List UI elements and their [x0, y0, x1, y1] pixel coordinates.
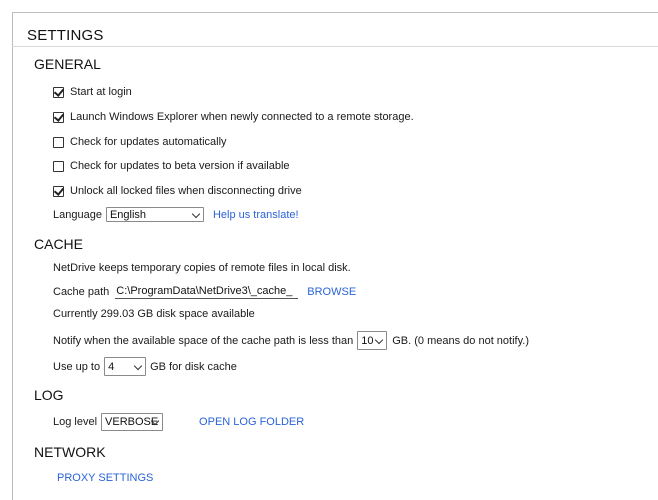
checkbox-start-at-login[interactable] — [53, 86, 64, 98]
proxy-settings-button[interactable]: PROXY SETTINGS — [57, 472, 153, 484]
cache-path-row: Cache path C:\ProgramData\NetDrive3\_cac… — [53, 285, 356, 299]
log-level-value: VERBOSE — [105, 416, 159, 428]
option-label: Launch Windows Explorer when newly conne… — [70, 111, 414, 123]
language-select[interactable]: English — [105, 207, 204, 222]
chevron-down-icon — [375, 335, 384, 345]
language-row: Language English Help us translate! — [53, 207, 299, 222]
chevron-down-icon — [191, 209, 201, 219]
cache-path-input[interactable]: C:\ProgramData\NetDrive3\_cache_ — [115, 285, 299, 299]
notify-threshold-value: 10 — [361, 334, 374, 347]
option-label: Unlock all locked files when disconnecti… — [70, 185, 302, 197]
option-check-updates[interactable]: Check for updates automatically — [53, 136, 227, 148]
section-heading-general: GENERAL — [34, 56, 101, 72]
option-check-beta-updates[interactable]: Check for updates to beta version if ava… — [53, 160, 290, 172]
language-select-value: English — [109, 208, 147, 221]
section-heading-cache: CACHE — [34, 236, 84, 252]
checkbox-launch-explorer[interactable] — [53, 111, 64, 123]
chevron-down-icon — [133, 361, 143, 371]
language-label: Language — [53, 208, 102, 221]
checkbox-unlock-files[interactable] — [53, 185, 64, 197]
log-level-label: Log level — [53, 416, 98, 428]
useup-suffix: GB for disk cache — [150, 360, 237, 373]
option-unlock-files[interactable]: Unlock all locked files when disconnecti… — [53, 185, 302, 197]
cache-space-text: Currently 299.03 GB disk space available — [53, 308, 255, 320]
open-log-folder-button[interactable]: OPEN LOG FOLDER — [199, 416, 304, 428]
option-label: Check for updates to beta version if ava… — [70, 160, 290, 172]
option-label: Check for updates automatically — [70, 136, 227, 148]
log-level-select[interactable]: VERBOSE — [101, 413, 164, 431]
notify-threshold-select[interactable]: 10 — [357, 331, 388, 350]
section-heading-log: LOG — [34, 387, 64, 403]
page-title: SETTINGS — [27, 27, 104, 44]
notify-row: Notify when the available space of the c… — [53, 331, 529, 350]
cache-size-value: 4 — [108, 360, 115, 373]
option-launch-explorer[interactable]: Launch Windows Explorer when newly conne… — [53, 111, 414, 123]
section-heading-network: NETWORK — [34, 444, 106, 460]
cache-size-select[interactable]: 4 — [104, 357, 147, 376]
useup-prefix: Use up to — [53, 360, 101, 373]
cache-description-text: NetDrive keeps temporary copies of remot… — [53, 262, 351, 274]
checkbox-check-updates[interactable] — [53, 136, 64, 148]
option-label: Start at login — [70, 86, 132, 98]
cache-space-row: Currently 299.03 GB disk space available — [53, 308, 255, 320]
notify-suffix: GB. (0 means do not notify.) — [392, 334, 529, 347]
cache-path-label: Cache path — [53, 286, 110, 298]
useup-row: Use up to 4 GB for disk cache — [53, 357, 237, 376]
title-divider — [12, 46, 658, 47]
option-start-at-login[interactable]: Start at login — [53, 86, 132, 98]
browse-button[interactable]: BROWSE — [307, 286, 356, 298]
help-translate-link[interactable]: Help us translate! — [213, 209, 299, 221]
log-level-row: Log level VERBOSE OPEN LOG FOLDER — [53, 413, 304, 431]
notify-prefix: Notify when the available space of the c… — [53, 334, 354, 347]
cache-description: NetDrive keeps temporary copies of remot… — [53, 262, 351, 274]
checkbox-check-beta-updates[interactable] — [53, 160, 64, 172]
proxy-settings-row: PROXY SETTINGS — [57, 472, 153, 484]
